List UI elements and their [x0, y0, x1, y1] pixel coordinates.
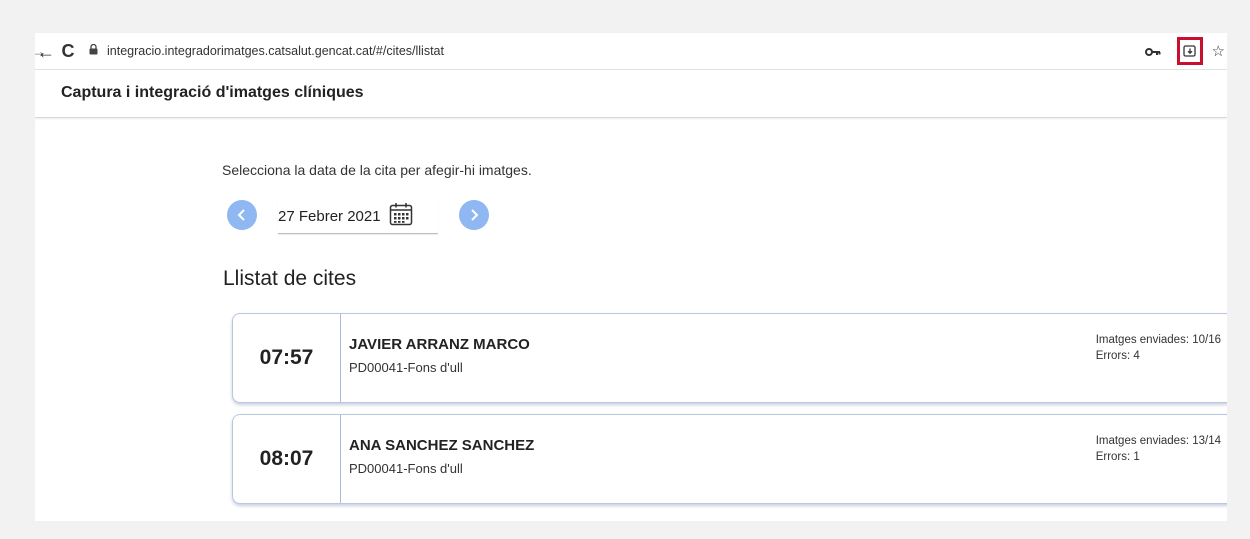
install-app-icon[interactable]	[1176, 37, 1203, 65]
browser-toolbar: ← → C integracio.integradorimatges.catsa…	[35, 33, 1227, 70]
appointment-card[interactable]: 08:07 ANA SANCHEZ SANCHEZ PD00041-Fons d…	[232, 414, 1227, 504]
next-day-button[interactable]	[459, 200, 489, 230]
page-title: Captura i integració d'imatges clíniques	[61, 84, 364, 101]
error-count: Errors: 1	[1095, 451, 1140, 463]
images-sent: Imatges enviades: 10/16	[1095, 334, 1221, 346]
lock-icon	[89, 43, 98, 58]
bookmark-star-icon[interactable]: ☆	[1212, 42, 1225, 60]
appointment-card[interactable]: 07:57 JAVIER ARRANZ MARCO PD00041-Fons d…	[232, 313, 1227, 403]
app-header: Captura i integració d'imatges clíniques	[35, 70, 1227, 118]
patient-name: JAVIER ARRANZ MARCO	[349, 336, 530, 353]
images-sent: Imatges enviades: 13/14	[1095, 435, 1221, 447]
back-arrow-outer-icon[interactable]: ←	[37, 42, 55, 63]
appointments-title: Llistat de cites	[223, 267, 357, 290]
procedure-code: PD00041-Fons d'ull	[349, 461, 463, 476]
image-stats: Imatges enviades: 13/14 Errors: 1	[1096, 433, 1221, 465]
toolbar-actions: ☆	[1143, 33, 1227, 69]
key-icon[interactable]	[1143, 44, 1163, 59]
previous-day-button[interactable]	[227, 200, 257, 230]
date-instruction: Selecciona la data de la cita per afegir…	[222, 162, 532, 178]
chevron-right-icon	[471, 209, 479, 221]
patient-name: ANA SANCHEZ SANCHEZ	[349, 437, 535, 454]
browser-screenshot: ← → C integracio.integradorimatges.catsa…	[35, 33, 1227, 521]
chevron-left-icon	[237, 209, 245, 221]
calendar-icon[interactable]	[389, 202, 413, 231]
appointment-time: 08:07	[233, 415, 341, 503]
appointment-time: 07:57	[233, 314, 341, 402]
date-field[interactable]: 27 Febrer 2021	[278, 199, 438, 234]
procedure-code: PD00041-Fons d'ull	[349, 360, 463, 375]
error-count: Errors: 4	[1095, 350, 1140, 362]
reload-icon[interactable]: C	[57, 40, 79, 62]
selected-date: 27 Febrer 2021	[278, 207, 381, 225]
url-text: integracio.integradorimatges.catsalut.ge…	[107, 44, 444, 58]
image-stats: Imatges enviades: 10/16 Errors: 4	[1096, 332, 1221, 364]
address-bar[interactable]: integracio.integradorimatges.catsalut.ge…	[89, 38, 1089, 64]
